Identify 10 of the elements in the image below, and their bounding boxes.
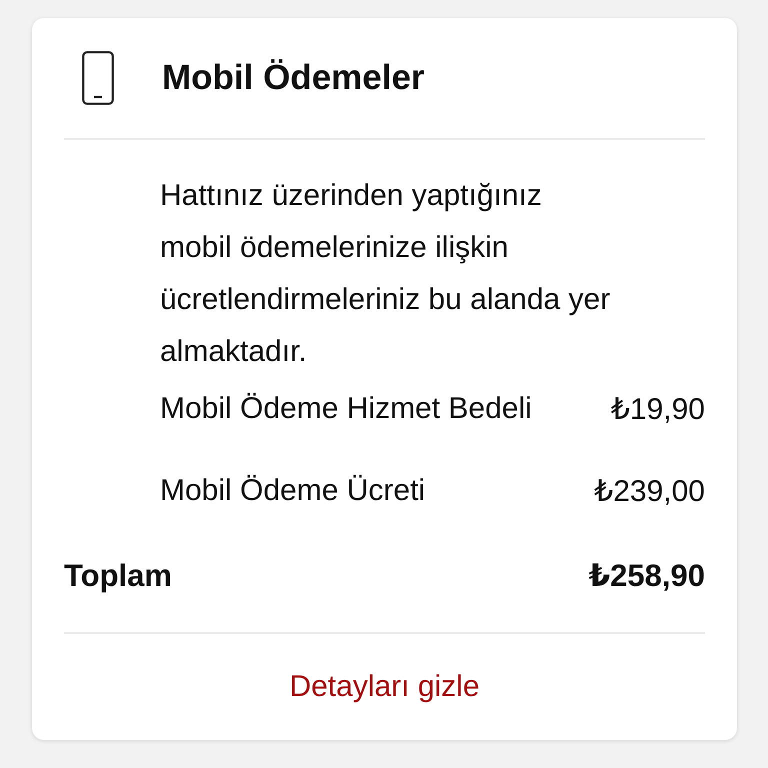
fee-label: Mobil Ödeme Hizmet Bedeli (160, 392, 532, 426)
total-amount: ₺258,90 (588, 558, 705, 594)
card-title: Mobil Ödemeler (162, 58, 425, 98)
fee-amount: ₺19,90 (610, 392, 705, 426)
total-label: Toplam (64, 558, 172, 594)
phone-icon (82, 51, 114, 105)
fee-amount: ₺239,00 (594, 474, 705, 508)
fee-label: Mobil Ödeme Ücreti (160, 474, 426, 508)
description-text: Hattınız üzerinden yaptığınız mobil ödemelerinize ilişkin ücretlendirmeleriniz bu alanda yer almaktadır. (160, 178, 612, 370)
hide-details-link[interactable]: Detayları gizle (289, 670, 480, 704)
